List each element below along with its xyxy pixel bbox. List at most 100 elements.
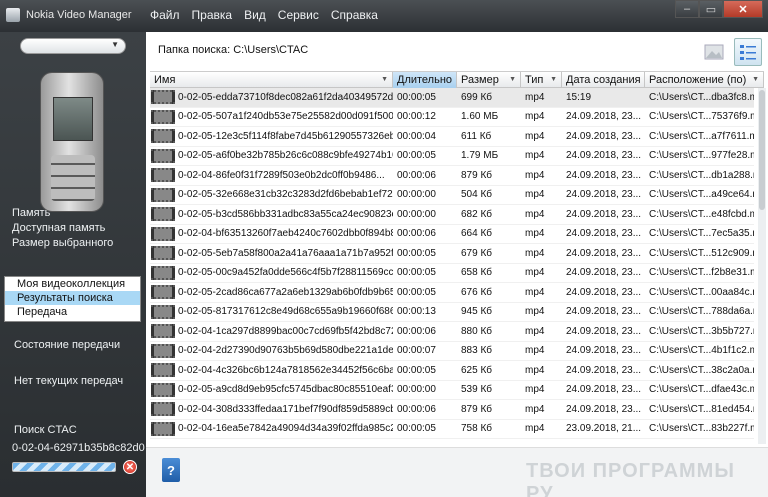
table-row[interactable]: 0-02-05-5eb7a58f800a2a41a76aaa1a71b7a952…	[150, 244, 754, 264]
cell-date: 24.09.2018, 23...	[566, 345, 642, 357]
cell-date: 24.09.2018, 23...	[566, 403, 642, 415]
video-thumbnail-icon	[151, 402, 175, 417]
cell-date: 24.09.2018, 23...	[566, 189, 642, 201]
cell-date: 23.09.2018, 21...	[566, 423, 642, 435]
table-row[interactable]: 0-02-05-507a1f240db53e75e25582d00d091f50…	[150, 108, 754, 127]
cell-name: 0-02-05-b3cd586bb331adbc83a55ca24ec90823…	[150, 207, 393, 222]
search-path: Папка поиска: C:\Users\CTAC	[158, 44, 309, 56]
menu-help[interactable]: Справка	[331, 8, 378, 22]
file-name: 0-02-05-00c9a452fa0dde566c4f5b7f28811569…	[178, 267, 393, 279]
table-row[interactable]: 0-02-05-2cad86ca677a2a6eb1329ab6b0fdb9b6…	[150, 283, 754, 303]
cell-location: C:\Users\CT...83b227f.mp4	[649, 423, 754, 435]
menu-file[interactable]: Файл	[150, 8, 180, 22]
device-select[interactable]: ▼	[20, 38, 126, 54]
cell-date: 24.09.2018, 23...	[566, 325, 642, 337]
cell-date: 24.09.2018, 23...	[566, 169, 642, 181]
cell-size: 883 Кб	[461, 345, 493, 357]
file-name: 0-02-05-507a1f240db53e75e25582d00d091f50…	[178, 111, 393, 123]
nav-item-search-results[interactable]: Результаты поиска	[5, 291, 140, 305]
cell-size: 699 Кб	[461, 91, 493, 103]
table-row[interactable]: 0-02-05-817317612c8e49d68c655a9b19660f68…	[150, 303, 754, 322]
table-row[interactable]: 0-02-05-b3cd586bb331adbc83a55ca24ec90823…	[150, 205, 754, 225]
column-size[interactable]: Размер ▼	[457, 72, 521, 88]
cancel-search-button[interactable]: ✕	[123, 460, 137, 474]
cell-size: 625 Кб	[461, 364, 493, 376]
phone-image	[40, 72, 104, 212]
nav-item-collection[interactable]: Моя видеоколлекция	[5, 277, 140, 291]
cell-name: 0-02-04-308d333ffedaa171bef7f90df859d588…	[150, 402, 393, 417]
video-thumbnail-icon	[151, 168, 175, 183]
video-thumbnail-icon	[151, 382, 175, 397]
cell-size: 880 Кб	[461, 325, 493, 337]
column-location[interactable]: Расположение (по) ▼	[645, 72, 764, 88]
phone-keypad	[51, 155, 95, 201]
table-row[interactable]: 0-02-05-00c9a452fa0dde566c4f5b7f28811569…	[150, 264, 754, 283]
video-thumbnail-icon	[151, 129, 175, 144]
cell-type: mp4	[525, 364, 545, 376]
image-icon	[704, 44, 724, 60]
cell-location: C:\Users\CT...75376f9.mp4	[649, 111, 754, 123]
table-row[interactable]: 0-02-04-86fe0f31f7289f503e0b2dc0ff0b9486…	[150, 166, 754, 186]
maximize-button[interactable]: ▭	[699, 0, 723, 18]
cell-duration: 00:00:05	[397, 247, 436, 259]
file-name: 0-02-05-edda73710f8dec082a61f2da40349572…	[178, 91, 393, 103]
cell-duration: 00:00:00	[397, 189, 436, 201]
table-row[interactable]: 0-02-05-12e3c5f114f8fabe7d45b61290557326…	[150, 127, 754, 147]
cell-name: 0-02-05-5eb7a58f800a2a41a76aaa1a71b7a952…	[150, 246, 393, 261]
cell-name: 0-02-04-2d27390d90763b5b69d580dbe221a1de…	[150, 343, 393, 358]
file-name: 0-02-05-12e3c5f114f8fabe7d45b61290557326…	[178, 130, 393, 142]
video-thumbnail-icon	[151, 90, 175, 105]
table-row[interactable]: 0-02-04-16ea5e7842a49094d34a39f02ffda985…	[150, 420, 754, 439]
vertical-scrollbar[interactable]	[758, 88, 766, 444]
nav-item-transfer[interactable]: Передача	[5, 305, 140, 319]
cell-name: 0-02-05-edda73710f8dec082a61f2da40349572…	[150, 90, 393, 105]
cell-size: 676 Кб	[461, 286, 493, 298]
cell-location: C:\Users\CT...00aa84c.mp4	[649, 286, 754, 298]
minimize-button[interactable]: –	[675, 0, 699, 18]
cell-location: C:\Users\CT...a49ce64.mp4	[649, 189, 754, 201]
video-thumbnail-icon	[151, 363, 175, 378]
cell-name: 0-02-04-86fe0f31f7289f503e0b2dc0ff0b9486…	[150, 168, 393, 183]
title-bar: Nokia Video Manager Файл Правка Вид Серв…	[0, 0, 768, 32]
cell-duration: 00:00:13	[397, 306, 436, 318]
close-button[interactable]: ✕	[723, 0, 763, 18]
cell-duration: 00:00:04	[397, 130, 436, 142]
column-type[interactable]: Тип ▼	[521, 72, 562, 88]
cell-type: mp4	[525, 247, 545, 259]
app-title: Nokia Video Manager	[26, 9, 132, 21]
memory-info: Память Доступная память Размер выбранног…	[12, 206, 113, 251]
column-date[interactable]: Дата создания	[562, 72, 645, 88]
video-thumbnail-icon	[151, 109, 175, 124]
thumbnail-view-button[interactable]	[700, 38, 728, 66]
table-row[interactable]: 0-02-04-308d333ffedaa171bef7f90df859d588…	[150, 400, 754, 420]
menu-service[interactable]: Сервис	[278, 8, 319, 22]
menu-bar: Файл Правка Вид Сервис Справка	[150, 8, 378, 22]
table-row[interactable]: 0-02-04-4c326bc6b124a7818562e34452f56c6b…	[150, 361, 754, 381]
column-duration[interactable]: Длительно	[393, 72, 457, 88]
cell-location: C:\Users\CT...3b5b727.mp4	[649, 325, 754, 337]
file-name: 0-02-05-5eb7a58f800a2a41a76aaa1a71b7a952…	[178, 247, 393, 259]
video-thumbnail-icon	[151, 343, 175, 358]
cell-name: 0-02-05-a6f0be32b785b26c6c088c9bfe49274b…	[150, 148, 393, 163]
cell-date: 24.09.2018, 23...	[566, 247, 642, 259]
table-row[interactable]: 0-02-04-1ca297d8899bac00c7cd69fb5f42bd8c…	[150, 322, 754, 342]
file-name: 0-02-05-a9cd8d9eb95cfc5745dbac80c85510ea…	[178, 384, 393, 396]
selected-size-label: Размер выбранного	[12, 237, 114, 249]
menu-view[interactable]: Вид	[244, 8, 266, 22]
table-row[interactable]: 0-02-05-edda73710f8dec082a61f2da40349572…	[150, 88, 754, 108]
file-name: 0-02-04-16ea5e7842a49094d34a39f02ffda985…	[178, 423, 393, 435]
file-name: 0-02-05-817317612c8e49d68c655a9b19660f68…	[178, 306, 393, 318]
column-name[interactable]: Имя ▼	[150, 72, 393, 88]
cell-location: C:\Users\CT...788da6a.mp4	[649, 306, 754, 318]
scrollbar-thumb[interactable]	[759, 90, 765, 210]
cell-location: C:\Users\CT...4b1f1c2.mp4	[649, 345, 754, 357]
help-button[interactable]: ?	[162, 458, 180, 482]
table-row[interactable]: 0-02-05-a6f0be32b785b26c6c088c9bfe49274b…	[150, 147, 754, 166]
table-row[interactable]: 0-02-04-bf63513260f7aeb4240c7602dbb0f894…	[150, 225, 754, 244]
list-view-button[interactable]	[734, 38, 762, 66]
table-row[interactable]: 0-02-05-32e668e31cb32c3283d2fd6bebab1ef7…	[150, 186, 754, 205]
cell-date: 24.09.2018, 23...	[566, 384, 642, 396]
table-row[interactable]: 0-02-04-2d27390d90763b5b69d580dbe221a1de…	[150, 342, 754, 361]
menu-edit[interactable]: Правка	[192, 8, 233, 22]
table-row[interactable]: 0-02-05-a9cd8d9eb95cfc5745dbac80c85510ea…	[150, 381, 754, 400]
